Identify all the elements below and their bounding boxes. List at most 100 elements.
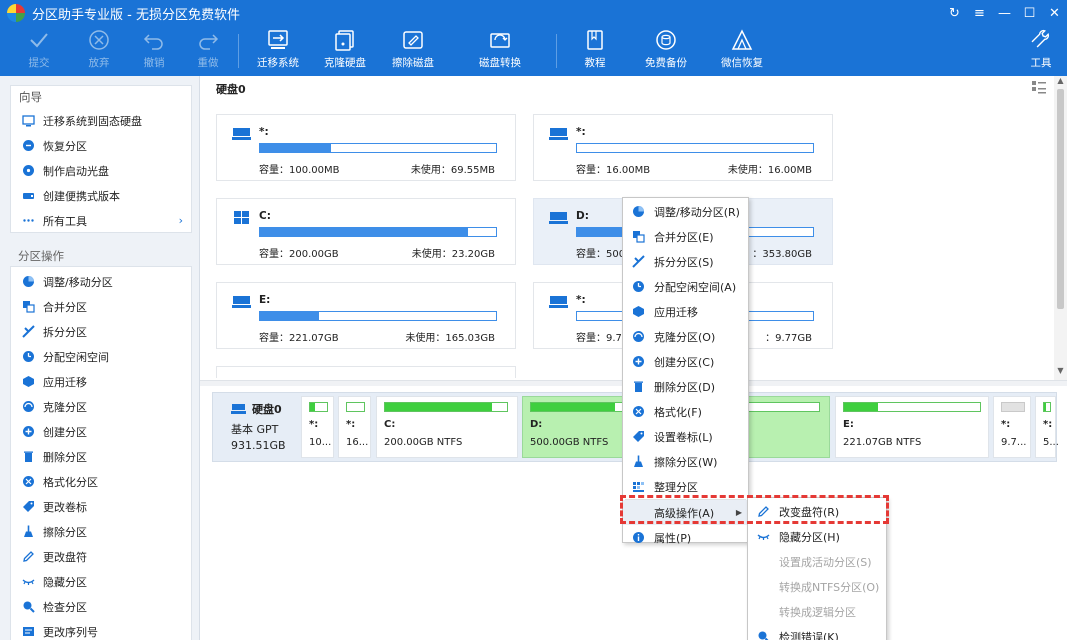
clone-disk-button[interactable]: 克隆硬盘 xyxy=(323,26,367,76)
wechat-recovery-button[interactable]: 微信恢复 xyxy=(719,26,765,76)
wipe-disk-icon xyxy=(400,26,426,54)
sidebar-item-check[interactable]: 检查分区 xyxy=(11,594,191,619)
submenu-item-hide[interactable]: 隐藏分区(H) xyxy=(748,524,886,549)
partition-block[interactable]: *: 10... xyxy=(301,396,334,458)
sidebar-item-portable[interactable]: 创建便携式版本 xyxy=(11,183,191,208)
submenu-item-check-errors[interactable]: 检测错误(K) xyxy=(748,624,886,640)
sidebar-item-hide[interactable]: 隐藏分区 xyxy=(11,569,191,594)
usage-bar xyxy=(259,143,497,153)
menu-item-split[interactable]: 拆分分区(S) xyxy=(623,249,748,274)
partition-card-partial xyxy=(216,366,516,378)
sidebar-item-app-migrate[interactable]: 应用迁移 xyxy=(11,369,191,394)
partition-block[interactable]: E: 221.07GB NTFS xyxy=(835,396,989,458)
merge-icon xyxy=(631,230,645,244)
sidebar-item-merge[interactable]: 合并分区 xyxy=(11,294,191,319)
sidebar-item-resize[interactable]: 调整/移动分区 xyxy=(11,269,191,294)
menu-item-wipe[interactable]: 擦除分区(W) xyxy=(623,449,748,474)
sidebar-item-recover-partition[interactable]: 恢复分区 xyxy=(11,133,191,158)
scroll-thumb[interactable] xyxy=(1057,89,1064,309)
sidebar-item-wipe[interactable]: 擦除分区 xyxy=(11,519,191,544)
sidebar-item-drive-letter[interactable]: 更改盘符 xyxy=(11,544,191,569)
submenu-item-convert-logical: 转换成逻辑分区 xyxy=(779,605,856,619)
partition-block[interactable]: *: 16... xyxy=(338,396,371,458)
tag-icon xyxy=(631,430,645,444)
tools-button[interactable]: 工具 xyxy=(1028,26,1054,76)
close-button[interactable]: ✕ xyxy=(1042,0,1067,26)
partition-block[interactable]: C: 200.00GB NTFS xyxy=(376,396,518,458)
menu-item-allocate[interactable]: 分配空闲空间(A) xyxy=(623,274,748,299)
discard-button[interactable]: 放弃 xyxy=(85,26,113,76)
wechat-recovery-icon xyxy=(729,26,755,54)
menu-item-create[interactable]: 创建分区(C) xyxy=(623,349,748,374)
minimize-button[interactable]: — xyxy=(992,0,1017,26)
menu-item-properties[interactable]: 属性(P) xyxy=(623,525,748,550)
menu-item-merge[interactable]: 合并分区(E) xyxy=(623,224,748,249)
partition-block[interactable]: *: 9.7... xyxy=(993,396,1031,458)
usage-bar xyxy=(259,227,497,237)
sidebar-item-migrate-ssd[interactable]: 迁移系统到固态硬盘 xyxy=(11,108,191,133)
disk-convert-button[interactable]: 磁盘转换 xyxy=(478,26,522,76)
clone-partition-icon xyxy=(631,330,645,344)
hide-eye-icon xyxy=(756,530,770,544)
wipe-disk-button[interactable]: 擦除磁盘 xyxy=(391,26,435,76)
refresh-icon[interactable]: ↻ xyxy=(942,0,967,26)
sidebar-item-delete[interactable]: 删除分区 xyxy=(11,444,191,469)
menu-item-delete[interactable]: 删除分区(D) xyxy=(623,374,748,399)
format-icon xyxy=(631,405,645,419)
format-icon xyxy=(21,475,35,489)
partition-card[interactable]: *: 容量：16.00MB 未使用：16.00MB xyxy=(533,114,833,181)
drive-icon xyxy=(549,212,568,224)
undo-button[interactable]: 撤销 xyxy=(140,26,168,76)
sidebar-item-boot-cd[interactable]: 制作启动光盘 xyxy=(11,158,191,183)
menu-item-label[interactable]: 设置卷标(L) xyxy=(623,424,748,449)
windows-icon xyxy=(234,211,249,224)
partition-block[interactable]: *: 5... xyxy=(1035,396,1059,458)
chevron-right-icon: › xyxy=(178,214,183,227)
scroll-up-icon[interactable]: ▲ xyxy=(1054,76,1067,88)
drive-icon xyxy=(232,128,251,140)
resize-icon xyxy=(631,205,645,219)
maximize-button[interactable]: ☐ xyxy=(1017,0,1042,26)
sidebar-item-allocate[interactable]: 分配空闲空间 xyxy=(11,344,191,369)
view-toggle-icon[interactable] xyxy=(1032,81,1048,95)
scroll-down-icon[interactable]: ▼ xyxy=(1054,366,1067,378)
commit-button[interactable]: 提交 xyxy=(25,26,53,76)
dots-icon xyxy=(21,214,35,228)
magnifier-icon xyxy=(756,630,770,640)
migrate-icon xyxy=(21,114,35,128)
menu-item-format[interactable]: 格式化(F) xyxy=(623,399,748,424)
partition-card[interactable]: *: 容量：100.00MB 未使用：69.55MB xyxy=(216,114,516,181)
hide-eye-icon xyxy=(21,575,35,589)
menu-item-clone[interactable]: 克隆分区(O) xyxy=(623,324,748,349)
info-icon xyxy=(631,531,645,545)
sidebar-item-split[interactable]: 拆分分区 xyxy=(11,319,191,344)
merge-icon xyxy=(21,300,35,314)
broom-icon xyxy=(631,455,645,469)
sidebar-item-label[interactable]: 更改卷标 xyxy=(11,494,191,519)
sidebar-item-serial[interactable]: 更改序列号 xyxy=(11,619,191,640)
sidebar-item-format[interactable]: 格式化分区 xyxy=(11,469,191,494)
menu-item-app-migrate[interactable]: 应用迁移 xyxy=(623,299,748,324)
magnifier-icon xyxy=(21,600,35,614)
pencil-icon xyxy=(21,550,35,564)
ops-title: 分区操作 xyxy=(18,249,64,263)
sidebar-item-all-tools[interactable]: 所有工具 › xyxy=(11,208,191,233)
wizard-panel: 向导 迁移系统到固态硬盘 恢复分区 制作启动光盘 创建便携式版本 所有工具 › xyxy=(10,85,192,233)
migrate-os-button[interactable]: 迁移系统 xyxy=(256,26,300,76)
free-backup-button[interactable]: 免费备份 xyxy=(643,26,689,76)
book-icon xyxy=(583,26,607,54)
redo-button[interactable]: 重做 xyxy=(194,26,222,76)
tutorial-button[interactable]: 教程 xyxy=(582,26,608,76)
portable-icon xyxy=(21,189,35,203)
partition-card[interactable]: E: 容量：221.07GB 未使用：165.03GB xyxy=(216,282,516,349)
disk-info[interactable]: 硬盘0 基本 GPT 931.51GB xyxy=(213,393,299,461)
allocate-icon xyxy=(631,280,645,294)
clone-partition-icon xyxy=(21,400,35,414)
menu-item-resize[interactable]: 调整/移动分区(R) xyxy=(623,199,748,224)
partition-card[interactable]: C: 容量：200.00GB 未使用：23.20GB xyxy=(216,198,516,265)
vertical-scrollbar[interactable]: ▲ ▼ xyxy=(1054,76,1067,380)
create-partition-icon xyxy=(21,425,35,439)
menu-icon[interactable]: ≡ xyxy=(967,0,992,26)
sidebar-item-create[interactable]: 创建分区 xyxy=(11,419,191,444)
sidebar-item-clone-partition[interactable]: 克隆分区 xyxy=(11,394,191,419)
